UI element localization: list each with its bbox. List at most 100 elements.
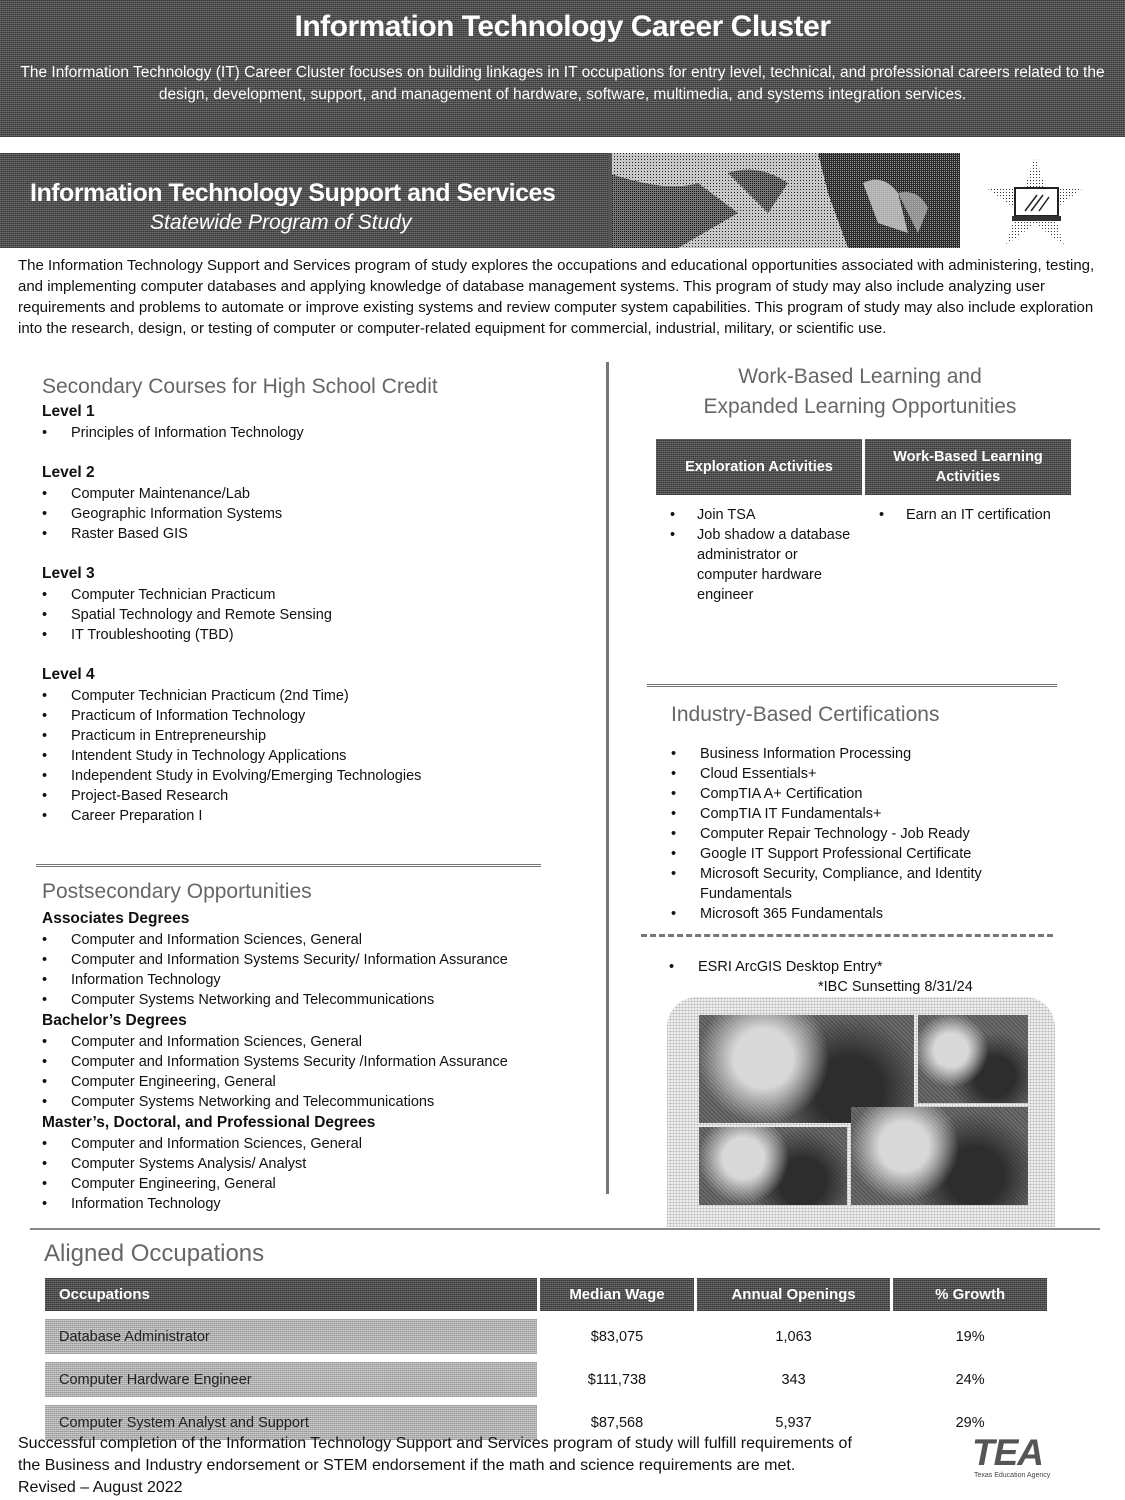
collage-photo-2 (918, 1015, 1028, 1103)
degree-item: Computer and Information Sciences, Gener… (42, 1032, 602, 1052)
column-header-occupations: Occupations (45, 1278, 538, 1311)
wbl-header-row: Exploration Activities Work-Based Learni… (656, 439, 1071, 495)
postsecondary-heading: Postsecondary Opportunities (42, 880, 312, 903)
cluster-banner: Information Technology Career Cluster Th… (0, 0, 1125, 137)
degree-item: Information Technology (42, 1194, 602, 1214)
ibc-sunsetting-note: *IBC Sunsetting 8/31/24 (818, 979, 973, 995)
course-item: Practicum in Entrepreneurship (42, 726, 592, 746)
work-based-learning-cell: Earn an IT certification (865, 505, 1071, 605)
activity-item: Join TSA (670, 505, 862, 525)
level-label: Level 3 (42, 565, 95, 582)
certification-item: Computer Repair Technology - Job Ready (671, 824, 1051, 844)
degree-group: Master’s, Doctoral, and Professional Deg… (42, 1112, 602, 1214)
column-header-growth: % Growth (893, 1278, 1047, 1311)
degree-group-label: Bachelor’s Degrees (42, 1012, 187, 1029)
work-based-learning-header: Work-Based Learning Activities (865, 439, 1071, 495)
row-spacer (45, 1354, 1047, 1362)
occupation-name: Computer Hardware Engineer (45, 1362, 538, 1397)
median-wage: $111,738 (587, 1371, 647, 1388)
spacer-cell (45, 1354, 1047, 1362)
activity-item: Job shadow a database administrator or c… (670, 525, 862, 605)
degree-item: Computer and Information Systems Securit… (42, 950, 602, 970)
degree-list: Computer and Information Sciences, Gener… (42, 930, 602, 1010)
degree-list: Computer and Information Sciences, Gener… (42, 1032, 602, 1112)
occupation-row: Computer Hardware Engineer $111,738 343 24% (45, 1362, 1047, 1397)
certification-item: CompTIA IT Fundamentals+ (671, 804, 1051, 824)
column-header-median-wage: Median Wage (540, 1278, 694, 1311)
level-block: Level 3 Computer Technician PracticumSpat… (42, 563, 592, 645)
spacer-cell (45, 1397, 1047, 1405)
level-block: Level 2 Computer Maintenance/LabGeographi… (42, 462, 592, 544)
degree-item: Computer Engineering, General (42, 1072, 602, 1092)
occupations-header-row: Occupations Median Wage Annual Openings … (45, 1278, 1047, 1311)
degree-item: Information Technology (42, 970, 602, 990)
row-spacer (45, 1397, 1047, 1405)
degree-group: Associates Degrees Computer and Informati… (42, 908, 602, 1010)
exploration-activities-header: Exploration Activities (656, 439, 862, 495)
ibc-sunsetting-list: ESRI ArcGIS Desktop Entry* (669, 957, 1049, 977)
section-divider (647, 684, 1057, 687)
course-item: Practicum of Information Technology (42, 706, 592, 726)
photo-collage (667, 997, 1055, 1227)
wbl-heading-line1: Work-Based Learning and (738, 365, 982, 388)
exploration-activities-cell: Join TSAJob shadow a database administra… (656, 505, 862, 605)
degree-item: Computer Systems Analysis/ Analyst (42, 1154, 602, 1174)
program-subtitle: Statewide Program of Study (150, 211, 412, 234)
growth-percent: 19% (955, 1328, 985, 1345)
wbl-table: Exploration Activities Work-Based Learni… (656, 439, 1071, 605)
course-item: Intendent Study in Technology Applicatio… (42, 746, 592, 766)
degree-item: Computer Systems Networking and Telecomm… (42, 1092, 602, 1112)
sunsetting-certification-item: ESRI ArcGIS Desktop Entry* (669, 957, 1049, 977)
annual-openings: 1,063 (775, 1328, 812, 1345)
growth-percent: 24% (955, 1371, 985, 1388)
section-divider (30, 1228, 1100, 1230)
degree-item: Computer and Information Sciences, Gener… (42, 930, 602, 950)
secondary-courses-section: Secondary Courses for High School Credit… (42, 375, 592, 845)
course-list: Principles of Information Technology (42, 423, 592, 443)
footer-line-2: the Business and Industry endorsement or… (18, 1457, 796, 1474)
certification-item: Microsoft Security, Compliance, and Iden… (671, 864, 1051, 904)
column-header-annual-openings: Annual Openings (696, 1278, 891, 1311)
wbl-heading: Work-Based Learning and Expanded Learnin… (610, 362, 1110, 422)
levels-list: Level 1 Principles of Information Technol… (42, 401, 592, 826)
cluster-description: The Information Technology (IT) Career C… (20, 64, 1105, 103)
program-description: The Information Technology Support and S… (18, 257, 1095, 337)
level-label: Level 4 (42, 666, 95, 683)
program-header-photo (608, 153, 960, 248)
program-header: Information Technology Support and Servi… (0, 153, 960, 248)
course-list: Computer Technician Practicum (2nd Time)… (42, 686, 592, 826)
degree-item: Computer Engineering, General (42, 1174, 602, 1194)
certification-item: CompTIA A+ Certification (671, 784, 1051, 804)
collage-photo-3 (699, 1127, 847, 1205)
degree-item: Computer and Information Systems Securit… (42, 1052, 602, 1072)
header-photo-graphic (608, 153, 960, 248)
dashed-divider (641, 934, 1053, 937)
level-label: Level 1 (42, 403, 95, 420)
course-item: Computer Maintenance/Lab (42, 484, 592, 504)
degree-group-label: Associates Degrees (42, 910, 190, 927)
course-list: Computer Technician PracticumSpatial Tec… (42, 585, 592, 645)
occupations-table: Occupations Median Wage Annual Openings … (42, 1278, 1050, 1440)
secondary-courses-heading: Secondary Courses for High School Credit (42, 375, 438, 398)
course-item: Raster Based GIS (42, 524, 592, 544)
course-item: Principles of Information Technology (42, 423, 592, 443)
degree-item: Computer and Information Sciences, Gener… (42, 1134, 602, 1154)
footer-line-1: Successful completion of the Information… (18, 1435, 852, 1452)
cluster-title: Information Technology Career Cluster (294, 10, 831, 43)
occupation-name: Database Administrator (45, 1319, 538, 1354)
ibc-list: Business Information ProcessingCloud Ess… (671, 744, 1051, 924)
course-item: Computer Technician Practicum (2nd Time) (42, 686, 592, 706)
occupations-table-body: Database Administrator $83,075 1,063 19% Com… (45, 1311, 1047, 1440)
level-label: Level 2 (42, 464, 95, 481)
program-title-block: Information Technology Support and Servi… (0, 153, 608, 248)
degree-groups: Associates Degrees Computer and Informati… (42, 908, 602, 1214)
course-item: Computer Technician Practicum (42, 585, 592, 605)
degree-list: Computer and Information Sciences, Gener… (42, 1134, 602, 1214)
revised-date: Revised – August 2022 (18, 1479, 183, 1496)
star-laptop-icon (985, 153, 1085, 248)
course-item: Independent Study in Evolving/Emerging T… (42, 766, 592, 786)
level-block: Level 1 Principles of Information Technol… (42, 401, 592, 443)
program-title: Information Technology Support and Servi… (30, 179, 556, 207)
certification-item: Microsoft 365 Fundamentals (671, 904, 1051, 924)
degree-group-label: Master’s, Doctoral, and Professional Deg… (42, 1114, 376, 1131)
